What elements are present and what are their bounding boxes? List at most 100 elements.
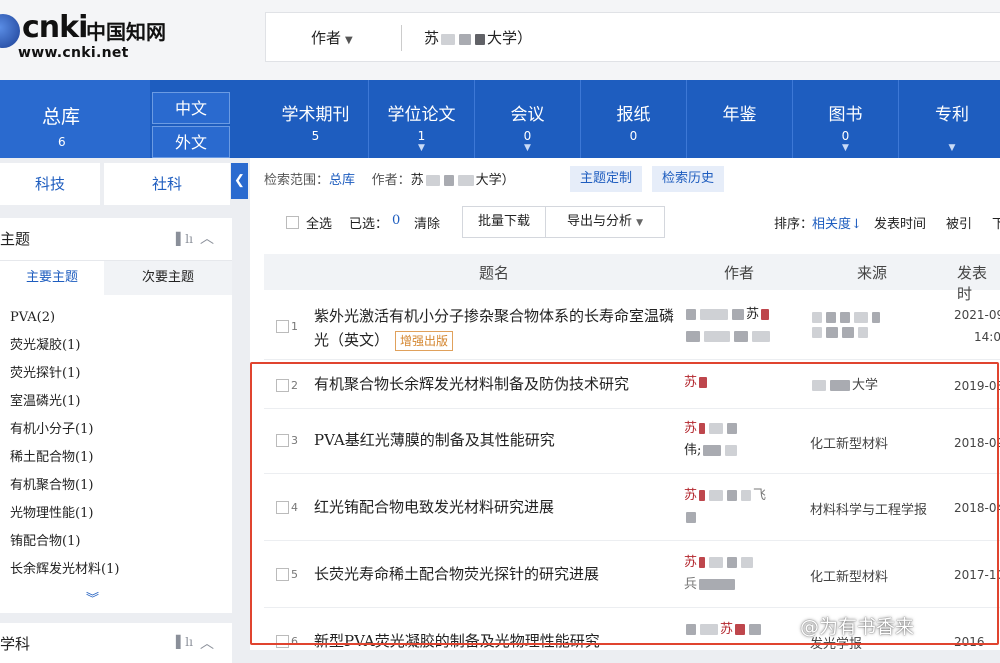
date-text: 2021-09 [954, 308, 1000, 322]
row-checkbox[interactable] [276, 501, 289, 514]
tab-books[interactable]: 图书 0 ▼ [793, 80, 899, 158]
row-checkbox[interactable] [276, 568, 289, 581]
chevron-up-icon[interactable]: ︿ [200, 218, 214, 260]
result-title[interactable]: PVA基红光薄膜的制备及其性能研究 [314, 428, 674, 452]
topic-item[interactable]: 长余辉发光材料(1) [10, 556, 225, 584]
bar-chart-icon[interactable]: ▌lı [176, 218, 193, 260]
result-title[interactable]: 有机聚合物长余辉发光材料制备及防伪技术研究 [314, 372, 674, 396]
topic-item[interactable]: 铕配合物(1) [10, 528, 225, 556]
sort-time[interactable]: 发表时间 [874, 213, 926, 232]
topic-customize-button[interactable]: 主题定制 [570, 166, 643, 192]
table-row: 4 红光铕配合物电致发光材料研究进展 苏飞 材料科学与工程学报 2018-04 [264, 477, 1000, 541]
redacted-text [425, 175, 440, 186]
topic-item[interactable]: 荧光凝胶(1) [10, 332, 225, 360]
search-box[interactable]: 作者 ▼ 苏 大学） [265, 12, 1000, 62]
facet-title: 学科 [0, 635, 31, 653]
topic-item[interactable]: 室温磷光(1) [10, 388, 225, 416]
sort-cited[interactable]: 被引 [946, 213, 972, 232]
topic-facet-header[interactable]: 主题 ▌lı ︿ [0, 218, 232, 260]
sort-label: 排序： [774, 217, 814, 232]
row-checkbox[interactable] [276, 434, 289, 447]
result-title[interactable]: 红光铕配合物电致发光材料研究进展 [314, 495, 674, 519]
result-authors[interactable]: 苏 [684, 619, 809, 641]
result-source[interactable] [810, 310, 950, 340]
row-checkbox[interactable] [276, 635, 289, 648]
result-authors[interactable]: 苏 [684, 372, 809, 394]
logo-chinese: 中国知网 [86, 20, 166, 44]
redacted-text [704, 331, 730, 342]
search-input[interactable]: 苏 大学） [424, 27, 532, 48]
tab-label: 学位论文 [387, 105, 456, 125]
redacted-text [686, 331, 700, 342]
results-panel: 检索范围：总库 作者：苏 大学） 主题定制 检索历史 全选 已选： 0 清除 批量… [250, 158, 1000, 653]
topic-item[interactable]: 荧光探针(1) [10, 360, 225, 388]
lang-chinese-button[interactable]: 中文 [152, 92, 230, 124]
export-label: 导出与分析 [566, 214, 632, 229]
tab-yearbook[interactable]: 年鉴 [687, 80, 793, 158]
row-checkbox[interactable] [276, 379, 289, 392]
collapse-sidebar-button[interactable]: ❮ [231, 163, 248, 199]
tab-patents[interactable]: 专利 ▼ [899, 80, 1000, 158]
search-field-select[interactable]: 作者 ▼ [311, 27, 353, 48]
result-source[interactable]: 化工新型材料 [810, 566, 950, 585]
tab-main-topics[interactable]: 主要主题 [0, 261, 104, 295]
chevron-up-icon[interactable]: ︿ [200, 633, 214, 653]
enhanced-badge[interactable]: 增强出版 [395, 331, 454, 351]
cnki-logo[interactable]: cnki 中国知网 www.cnki.net [0, 10, 190, 65]
author-text-start: 苏 [410, 173, 424, 188]
topic-item[interactable]: 稀土配合物(1) [10, 444, 225, 472]
result-date: 2017-10 [954, 568, 1000, 582]
expand-more-icon[interactable]: ︾ [86, 588, 99, 607]
batch-download-button[interactable]: 批量下载 [462, 206, 546, 238]
bar-chart-icon[interactable]: ▌lı [176, 635, 193, 649]
sort-relevance[interactable]: 相关度↓ [812, 213, 862, 232]
result-authors[interactable]: 苏伟; [684, 418, 809, 462]
result-authors[interactable]: 苏兵 [684, 552, 809, 596]
tab-newspaper[interactable]: 报纸 0 [581, 80, 687, 158]
result-source[interactable]: 材料科学与工程学报 [810, 499, 950, 518]
result-date: 2018-09 [954, 436, 1000, 450]
tab-zongku[interactable]: 总库 6 [0, 80, 150, 158]
result-title[interactable]: 长荧光寿命稀土配合物荧光探针的研究进展 [314, 562, 674, 586]
result-authors[interactable]: 苏飞 [684, 485, 809, 529]
redacted-text [734, 331, 748, 342]
query-text-end: 大学） [487, 29, 533, 47]
redacted-text [700, 624, 718, 635]
globe-icon [0, 14, 20, 48]
tab-secondary-topics[interactable]: 次要主题 [104, 261, 232, 295]
result-authors[interactable]: 苏 [684, 304, 809, 348]
clear-button[interactable]: 清除 [414, 213, 440, 232]
tab-social-science[interactable]: 社科 [104, 163, 230, 205]
table-row: 1 紫外光激活有机小分子掺杂聚合物体系的长寿命室温磷光（英文） 增强出版 苏 20… [264, 296, 1000, 360]
tab-label: 专利 [935, 105, 969, 125]
scope-link[interactable]: 总库 [329, 173, 355, 188]
tab-conference[interactable]: 会议 0 ▼ [475, 80, 581, 158]
topic-item[interactable]: 光物理性能(1) [10, 500, 225, 528]
select-all-checkbox[interactable] [286, 216, 299, 229]
topic-item[interactable]: 有机聚合物(1) [10, 472, 225, 500]
discipline-facet-header[interactable]: 学科 ▌lı ︿ [0, 623, 232, 663]
chevron-down-icon: ▼ [524, 143, 531, 153]
topic-item[interactable]: 有机小分子(1) [10, 416, 225, 444]
chevron-down-icon: ▼ [418, 143, 425, 153]
result-title[interactable]: 新型PVA荧光凝胶的制备及光物理性能研究 [314, 629, 674, 653]
select-all-label[interactable]: 全选 [306, 213, 332, 232]
export-analyze-button[interactable]: 导出与分析 ▼ [545, 206, 665, 238]
lang-foreign-button[interactable]: 外文 [152, 126, 230, 158]
redacted-text [812, 327, 822, 338]
tab-science[interactable]: 科技 [0, 163, 100, 205]
sort-downloads[interactable]: 下 [992, 213, 1000, 232]
result-source[interactable]: 化工新型材料 [810, 433, 950, 452]
search-history-button[interactable]: 检索历史 [652, 166, 725, 192]
result-source[interactable]: 大学 [810, 374, 950, 393]
tab-theses[interactable]: 学位论文 1 ▼ [369, 80, 475, 158]
topic-item[interactable]: PVA(2) [10, 304, 225, 332]
redacted-text [459, 33, 472, 45]
author-text: 兵 [684, 577, 698, 592]
row-checkbox[interactable] [276, 320, 289, 333]
redacted-text [709, 557, 724, 568]
tab-journals[interactable]: 学术期刊 5 [263, 80, 369, 158]
row-number: 3 [291, 434, 298, 447]
result-title[interactable]: 紫外光激活有机小分子掺杂聚合物体系的长寿命室温磷光（英文） 增强出版 [314, 304, 674, 352]
tab-label: 图书 [828, 105, 863, 125]
